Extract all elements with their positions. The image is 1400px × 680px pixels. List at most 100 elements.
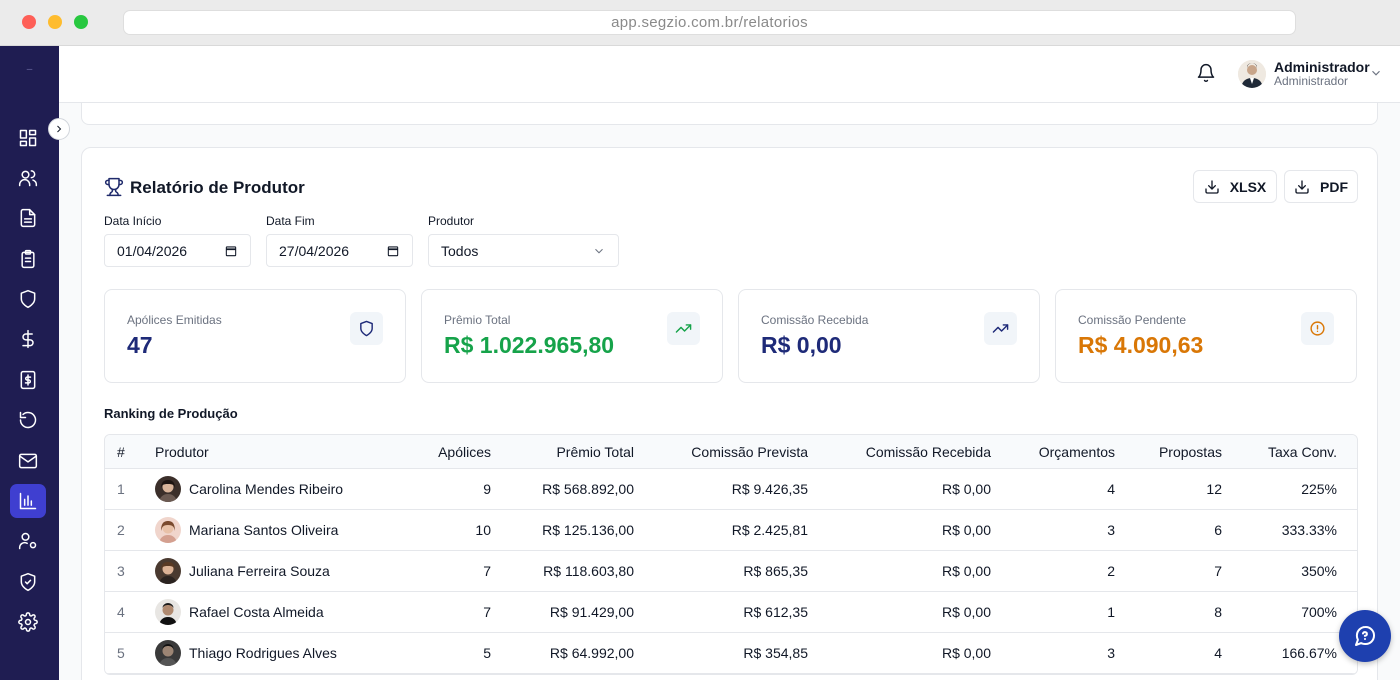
dashboard-icon	[19, 129, 37, 147]
table-row[interactable]: 3 Juliana Ferreira Souza 7 R$ 118.603,80…	[105, 551, 1357, 592]
kpi-commission-received: Comissão Recebida R$ 0,00	[738, 289, 1040, 383]
end-date-label: Data Fim	[266, 214, 315, 228]
window-minimize-button[interactable]	[48, 15, 62, 29]
trophy-icon	[104, 177, 124, 197]
kpi-value: 47	[127, 332, 153, 358]
download-icon	[1205, 179, 1219, 194]
expected-commission-cell: R$ 2.425,81	[731, 522, 808, 538]
window-maximize-button[interactable]	[74, 15, 88, 29]
calendar-icon[interactable]	[386, 244, 400, 258]
conversion-rate-cell: 700%	[1301, 604, 1337, 620]
gear-icon	[18, 612, 38, 632]
col-header-premium[interactable]: Prêmio Total	[491, 435, 634, 468]
user-settings-icon	[18, 532, 37, 550]
col-header-quotes[interactable]: Orçamentos	[991, 435, 1115, 468]
table-row[interactable]: 2 Mariana Santos Oliveira 10 R$ 125.136,…	[105, 510, 1357, 551]
sidebar-item-proposals[interactable]	[10, 242, 46, 276]
sidebar-item-finance[interactable]	[10, 322, 46, 356]
sidebar-item-dashboard[interactable]	[10, 121, 46, 155]
kpi-value: R$ 0,00	[761, 332, 842, 358]
producer-cell: Mariana Santos Oliveira	[155, 510, 415, 550]
help-chat-button[interactable]	[1339, 610, 1391, 662]
sidebar-logo: –	[26, 64, 33, 75]
sidebar-item-users[interactable]	[10, 524, 46, 558]
kpi-policies-issued: Apólices Emitidas 47	[104, 289, 406, 383]
user-avatar[interactable]	[1238, 60, 1266, 88]
premium-cell: R$ 64.992,00	[549, 645, 634, 661]
users-icon	[18, 170, 38, 187]
producer-name: Rafael Costa Almeida	[189, 604, 324, 620]
user-menu-toggle[interactable]	[1369, 66, 1383, 80]
rank-cell: 3	[117, 563, 125, 579]
policies-cell: 7	[483, 604, 491, 620]
sidebar-expand-button[interactable]	[48, 118, 70, 140]
trending-up-icon	[675, 324, 692, 333]
producer-name: Mariana Santos Oliveira	[189, 522, 339, 538]
producer-avatar	[155, 558, 181, 584]
col-header-rank[interactable]: #	[117, 435, 147, 468]
table-row[interactable]: 1 Carolina Mendes Ribeiro 9 R$ 568.892,0…	[105, 469, 1357, 510]
col-header-proposals[interactable]: Propostas	[1115, 435, 1222, 468]
table-row[interactable]: 5 Thiago Rodrigues Alves 5 R$ 64.992,00 …	[105, 633, 1357, 674]
kpi-value: R$ 4.090,63	[1078, 332, 1204, 358]
received-commission-cell: R$ 0,00	[941, 481, 991, 497]
main-content: Relatório de Produtor XLSX PDF Data Iníc…	[59, 103, 1400, 680]
col-header-conversion-rate[interactable]: Taxa Conv.	[1222, 435, 1337, 468]
user-name[interactable]: Administrador	[1274, 59, 1370, 75]
report-title: Relatório de Produtor	[130, 178, 305, 197]
export-xlsx-label: XLSX	[1229, 178, 1267, 195]
conversion-rate-cell: 333.33%	[1281, 522, 1337, 538]
sidebar-item-policies[interactable]	[10, 282, 46, 316]
producer-report-card: Relatório de Produtor XLSX PDF Data Iníc…	[81, 147, 1378, 680]
producer-cell: Thiago Rodrigues Alves	[155, 633, 415, 673]
export-pdf-label: PDF	[1320, 178, 1348, 195]
export-xlsx-button[interactable]: XLSX	[1193, 170, 1277, 203]
policies-cell: 5	[483, 645, 491, 661]
table-header: # Produtor Apólices Prêmio Total Comissã…	[105, 435, 1357, 469]
kpi-icon-box	[350, 312, 383, 345]
received-commission-cell: R$ 0,00	[941, 604, 991, 620]
producer-label: Produtor	[428, 214, 475, 228]
quotes-cell: 4	[1107, 481, 1115, 497]
rank-cell: 1	[117, 481, 125, 497]
policies-cell: 10	[475, 522, 491, 538]
proposals-cell: 4	[1214, 645, 1222, 661]
premium-cell: R$ 568.892,00	[542, 481, 634, 497]
sidebar-item-reports[interactable]	[10, 484, 46, 518]
chevron-right-icon	[57, 125, 62, 133]
kpi-icon-box	[667, 312, 700, 345]
sidebar-item-clients[interactable]	[10, 161, 46, 195]
policies-cell: 7	[483, 563, 491, 579]
sidebar-item-commissions[interactable]	[10, 363, 46, 397]
sidebar-item-documents[interactable]	[10, 201, 46, 235]
notifications-button[interactable]	[1196, 63, 1218, 85]
sidebar-item-security[interactable]	[10, 565, 46, 599]
sidebar-item-messages[interactable]	[10, 444, 46, 478]
start-date-input[interactable]: 01/04/2026	[104, 234, 251, 267]
quotes-cell: 1	[1107, 604, 1115, 620]
shield-check-icon	[20, 572, 36, 592]
col-header-producer[interactable]: Produtor	[155, 435, 415, 468]
producer-avatar	[155, 517, 181, 543]
col-header-policies[interactable]: Apólices	[415, 435, 491, 468]
window-close-button[interactable]	[22, 15, 36, 29]
producer-avatar	[155, 599, 181, 625]
calendar-icon[interactable]	[224, 244, 238, 258]
top-header: Administrador Administrador	[59, 46, 1400, 103]
expected-commission-cell: R$ 354,85	[743, 645, 808, 661]
help-chat-icon	[1355, 625, 1376, 646]
end-date-input[interactable]: 27/04/2026	[266, 234, 413, 267]
address-bar[interactable]: app.segzio.com.br/relatorios	[123, 10, 1296, 35]
table-row[interactable]: 4 Rafael Costa Almeida 7 R$ 91.429,00 R$…	[105, 592, 1357, 633]
sidebar-item-settings[interactable]	[10, 605, 46, 639]
export-pdf-button[interactable]: PDF	[1284, 170, 1358, 203]
producer-select[interactable]: Todos	[428, 234, 619, 267]
user-photo-icon	[1238, 60, 1266, 88]
producer-avatar	[155, 476, 181, 502]
sidebar-item-renewals[interactable]	[10, 403, 46, 437]
money-doc-icon	[20, 370, 36, 390]
col-header-expected-commission[interactable]: Comissão Prevista	[634, 435, 808, 468]
col-header-received-commission[interactable]: Comissão Recebida	[808, 435, 991, 468]
kpi-value: R$ 1.022.965,80	[444, 332, 615, 358]
sidebar: –	[0, 46, 59, 680]
